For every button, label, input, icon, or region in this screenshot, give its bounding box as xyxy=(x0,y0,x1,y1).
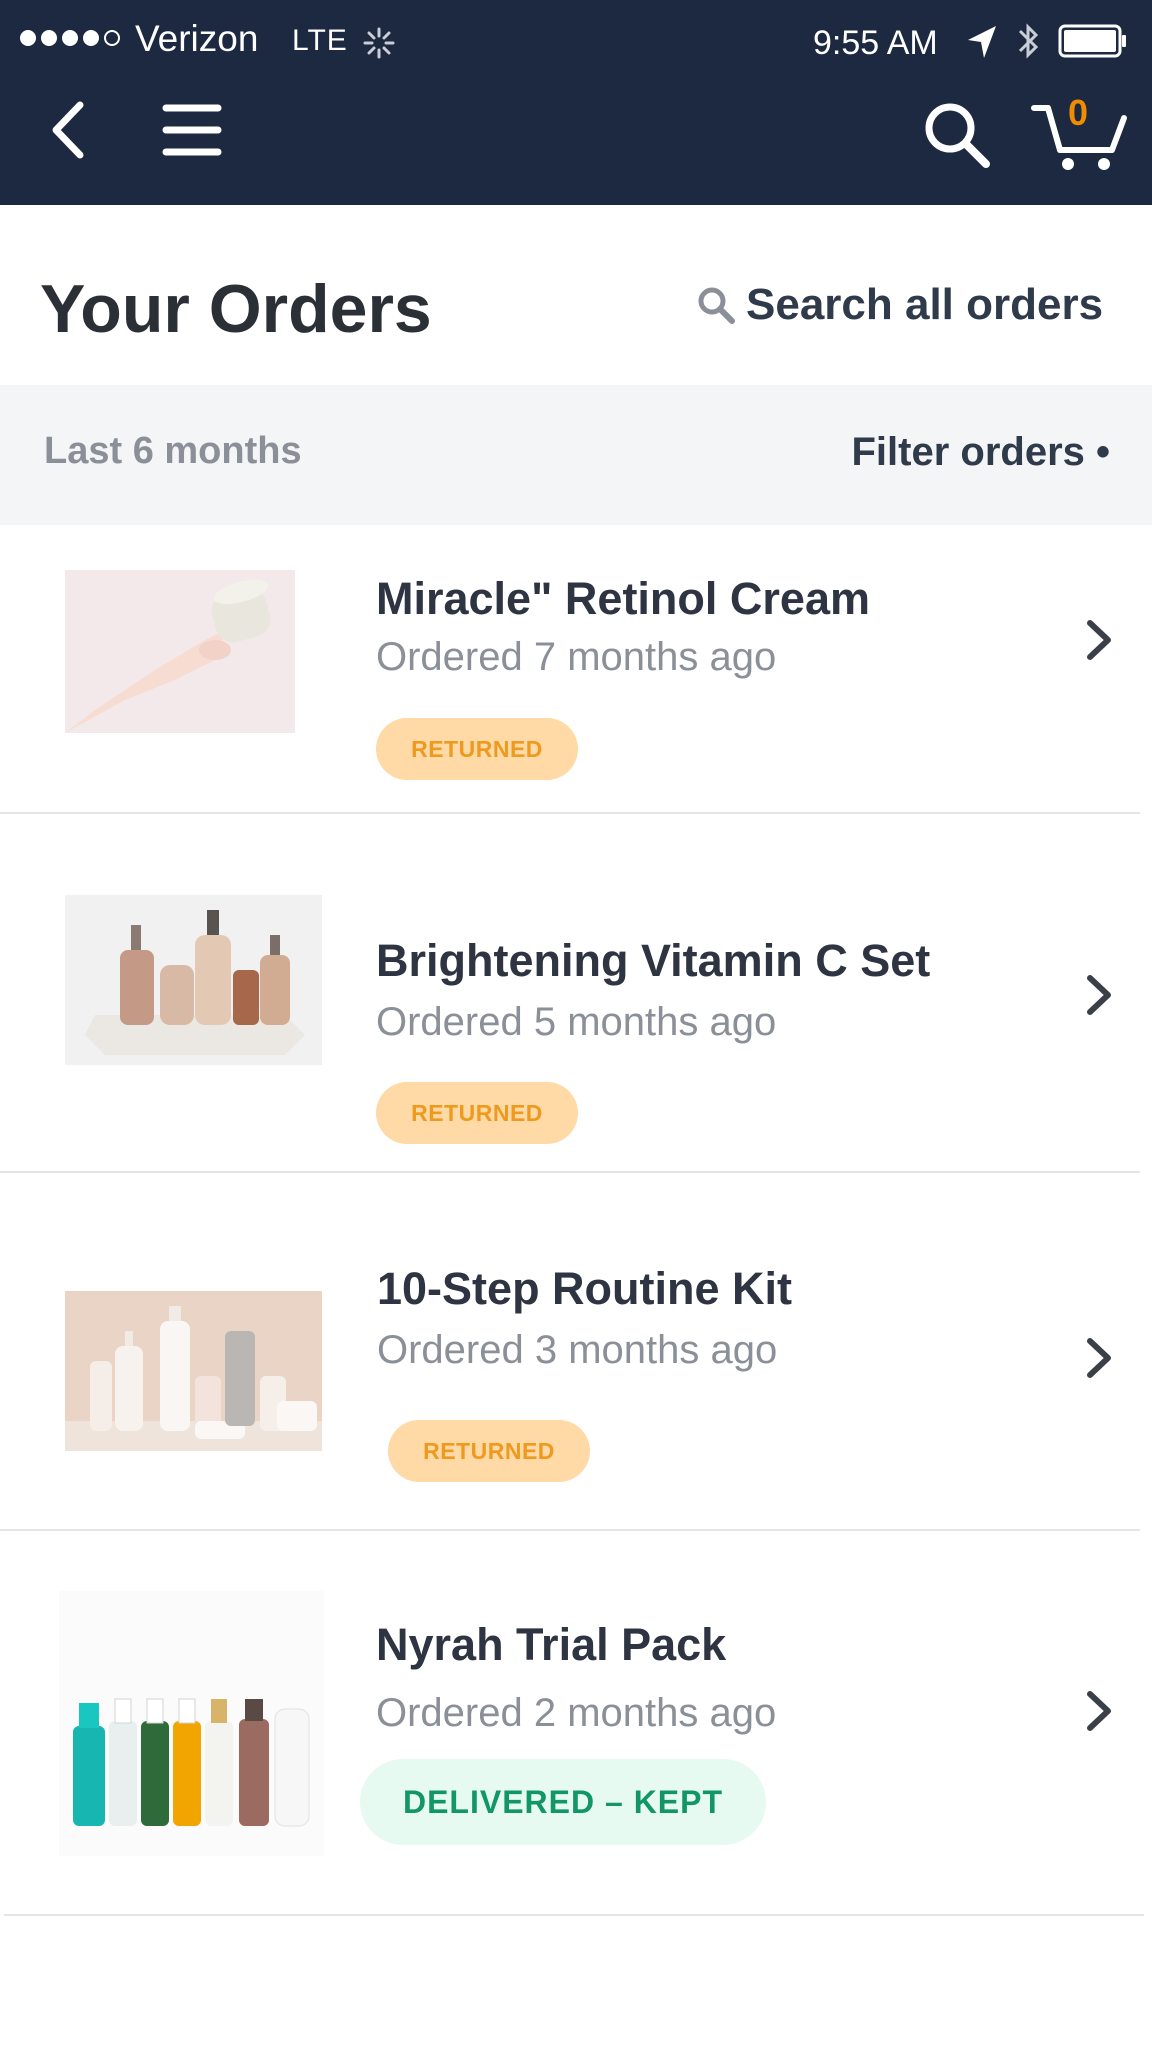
search-all-orders-label: Search all orders xyxy=(746,280,1104,329)
order-row[interactable]: Nyrah Trial Pack Ordered 2 months ago DE… xyxy=(0,1531,1152,1917)
chevron-right-icon xyxy=(1087,1338,1111,1378)
order-row[interactable]: 10-Step Routine Kit Ordered 3 months ago… xyxy=(0,1173,1152,1531)
time-range-label[interactable]: Last 6 months xyxy=(44,430,302,473)
top-bar: Verizon LTE 9:55 AM 0 xyxy=(0,0,1152,205)
order-date: Ordered 5 months ago xyxy=(376,1000,777,1044)
search-all-orders-link[interactable]: Search all orders xyxy=(696,280,1103,330)
search-icon xyxy=(698,287,735,324)
order-title: Brightening Vitamin C Set xyxy=(376,935,931,986)
status-badge: RETURNED xyxy=(388,1420,590,1482)
page-title: Your Orders xyxy=(40,271,432,347)
network-type: LTE xyxy=(292,24,348,57)
loading-spinner-icon xyxy=(363,27,395,59)
location-arrow-icon xyxy=(968,26,996,58)
order-row[interactable]: Miracle" Retinol Cream Ordered 7 months … xyxy=(0,525,1152,815)
status-badge: RETURNED xyxy=(376,1082,578,1144)
chevron-right-icon xyxy=(1087,620,1111,660)
search-icon[interactable] xyxy=(920,98,992,170)
product-image-routine-kit xyxy=(65,1291,322,1451)
battery-icon xyxy=(1058,24,1126,58)
product-image-nyrah-trial-pack xyxy=(59,1591,324,1856)
cart-count-badge: 0 xyxy=(1068,92,1089,133)
status-badge: RETURNED xyxy=(376,718,578,780)
order-date: Ordered 7 months ago xyxy=(376,635,777,679)
order-date: Ordered 2 months ago xyxy=(376,1691,777,1735)
bluetooth-icon xyxy=(1018,23,1039,59)
order-title: Nyrah Trial Pack xyxy=(376,1619,727,1670)
order-title: Miracle" Retinol Cream xyxy=(376,573,870,624)
signal-strength-icon xyxy=(20,30,120,46)
carrier-name: Verizon xyxy=(135,18,259,59)
product-image-retinol-cream xyxy=(65,570,295,733)
clock: 9:55 AM xyxy=(813,24,938,62)
product-image-vitamin-c-set xyxy=(65,895,322,1065)
order-row[interactable]: Brightening Vitamin C Set Ordered 5 mont… xyxy=(0,815,1152,1173)
chevron-right-icon xyxy=(1087,975,1111,1015)
filter-orders-button[interactable]: Filter orders • xyxy=(851,430,1110,475)
menu-icon[interactable] xyxy=(162,100,222,160)
status-badge: DELIVERED – KEPT xyxy=(360,1759,766,1845)
filter-bar: Last 6 months Filter orders • xyxy=(0,385,1152,525)
cart-button[interactable]: 0 xyxy=(1030,88,1130,174)
divider xyxy=(4,1914,1144,1916)
chevron-right-icon xyxy=(1087,1691,1111,1731)
order-title: 10-Step Routine Kit xyxy=(377,1263,793,1314)
order-date: Ordered 3 months ago xyxy=(377,1328,778,1372)
divider xyxy=(0,812,1140,814)
back-icon[interactable] xyxy=(46,95,96,165)
